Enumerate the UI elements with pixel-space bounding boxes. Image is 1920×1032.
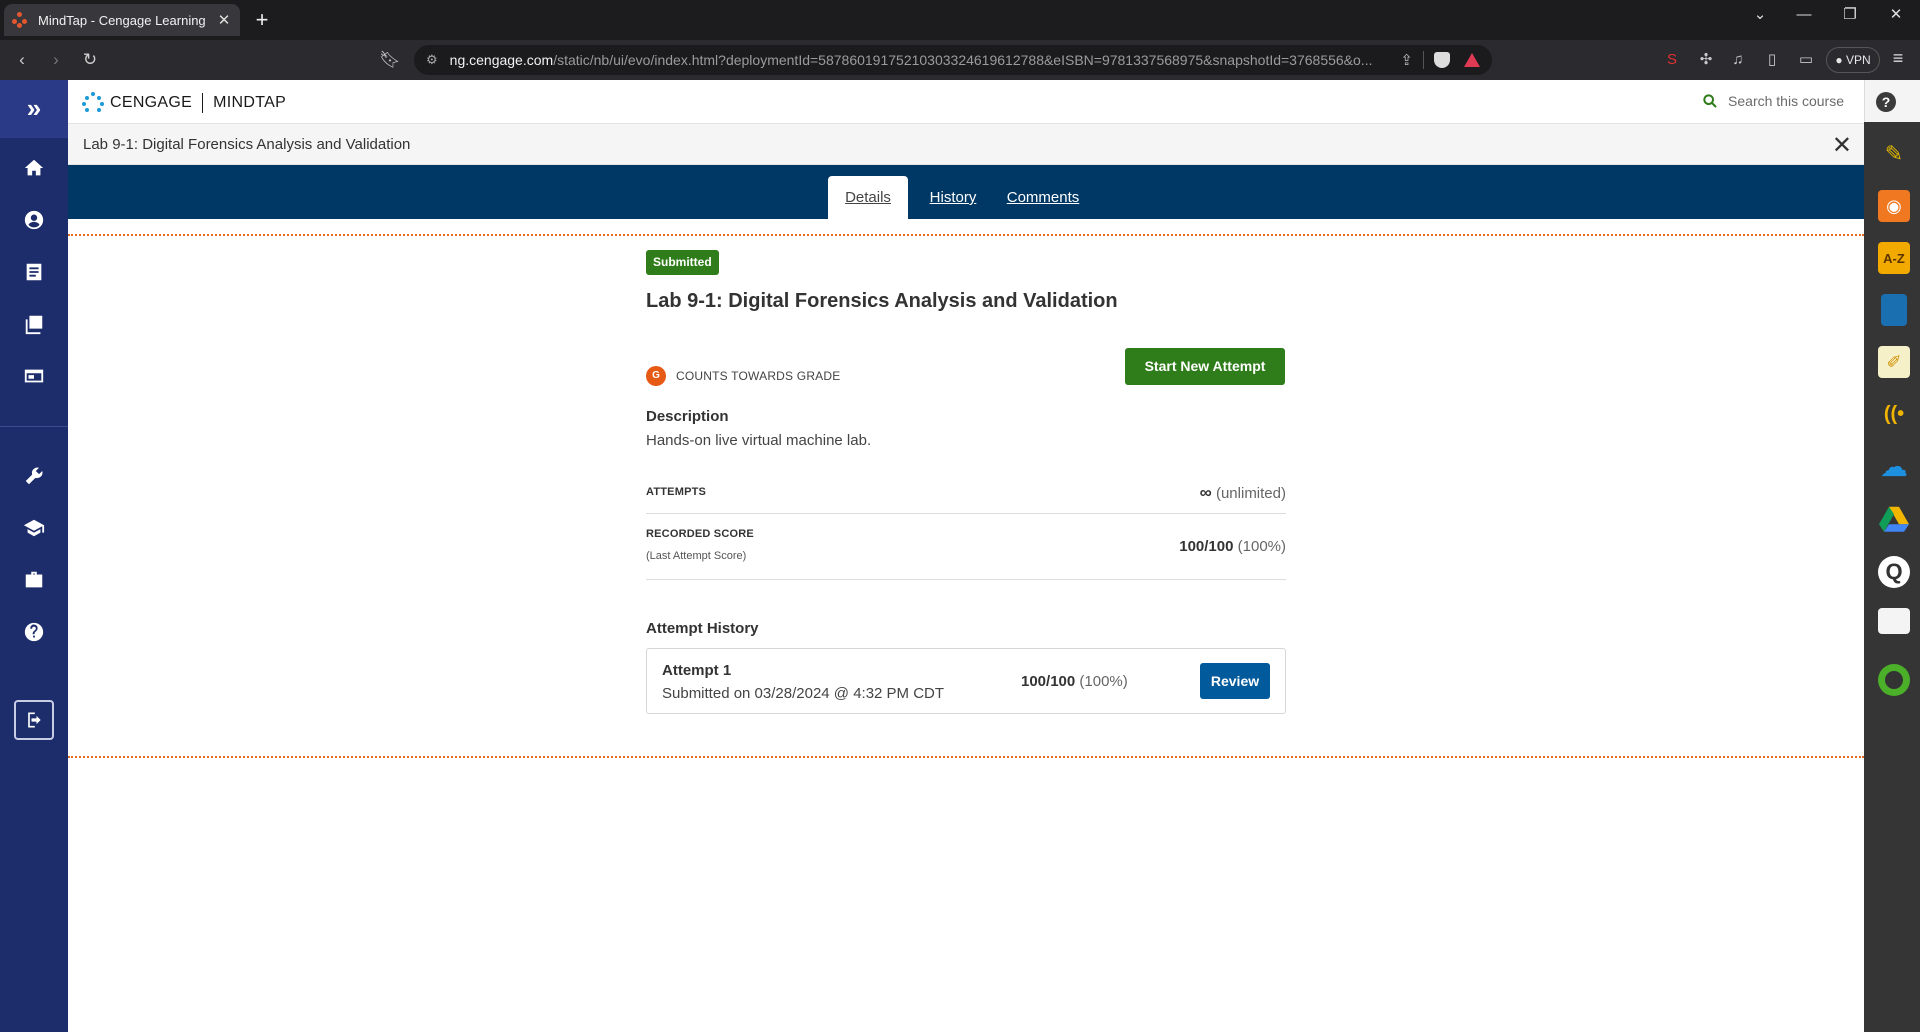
notepad-app-icon[interactable]: ✐	[1878, 346, 1910, 378]
google-drive-app-icon[interactable]	[1878, 502, 1910, 534]
restore-button[interactable]: ❐	[1830, 0, 1870, 30]
bookmark-icon[interactable]: 🔖︎	[378, 48, 402, 72]
home-icon[interactable]	[18, 152, 50, 184]
close-activity-icon[interactable]: ✕	[1832, 131, 1852, 160]
browser-menu-icon[interactable]: ≡	[1886, 48, 1910, 69]
left-nav-rail: »	[0, 80, 68, 1032]
score-value: 100/100 (100%)	[1179, 538, 1286, 555]
attempt-title: Attempt 1	[662, 662, 732, 679]
browser-tab[interactable]: MindTap - Cengage Learning ✕	[4, 4, 240, 36]
extension-icon[interactable]: S	[1662, 50, 1682, 70]
expand-nav-button[interactable]: »	[0, 80, 68, 138]
cengage-mindtap-logo[interactable]: CENGAGE MINDTAP	[82, 92, 286, 114]
graduation-cap-icon[interactable]	[18, 512, 50, 544]
forward-icon[interactable]: ›	[44, 48, 68, 72]
attempts-value: ∞ (unlimited)	[1199, 483, 1286, 502]
activity-tabs: Details History Comments	[68, 165, 1864, 219]
status-badge: Submitted	[646, 250, 719, 275]
url-divider	[1423, 51, 1424, 69]
tab-history[interactable]: History	[918, 176, 988, 219]
app-header: CENGAGE MINDTAP Search this course	[68, 80, 1864, 124]
cengage-logo-icon	[82, 92, 104, 114]
profile-avatar	[1885, 671, 1903, 689]
tab-details[interactable]: Details	[828, 176, 908, 219]
onedrive-app-icon[interactable]: ☁	[1878, 450, 1910, 482]
help-circle-icon[interactable]: ?	[1876, 92, 1896, 112]
tab-title: MindTap - Cengage Learning	[38, 12, 206, 28]
brave-rewards-icon[interactable]	[1464, 53, 1480, 67]
logo-divider	[202, 93, 204, 113]
notes-icon[interactable]	[18, 256, 50, 288]
attempts-label: ATTEMPTS	[646, 486, 707, 498]
dictionary-app-icon[interactable]: A-Z	[1878, 242, 1910, 274]
logout-button[interactable]	[14, 700, 54, 740]
start-new-attempt-button[interactable]: Start New Attempt	[1125, 348, 1285, 385]
rss-app-icon[interactable]: ◉	[1878, 190, 1910, 222]
card-icon[interactable]	[18, 360, 50, 392]
media-icon[interactable]: ♫	[1728, 50, 1748, 70]
browser-toolbar: ‹ › ↻ 🔖︎ ⚙ ng.cengage.com/static/nb/ui/e…	[0, 40, 1920, 80]
sidebar-toggle-icon[interactable]: ▯	[1762, 50, 1782, 70]
description-text: Hands-on live virtual machine lab.	[646, 432, 872, 449]
mindtap-favicon-icon	[12, 12, 28, 28]
brave-shields-icon[interactable]	[1434, 52, 1450, 68]
wallet-icon[interactable]: ▭	[1796, 50, 1816, 70]
product-name: MINDTAP	[213, 94, 287, 111]
page-title: Lab 9-1: Digital Forensics Analysis and …	[646, 290, 1118, 312]
attempts-row: ATTEMPTS ∞ (unlimited)	[646, 470, 1286, 514]
flashcards-app-icon[interactable]	[1878, 608, 1910, 634]
back-icon[interactable]: ‹	[10, 48, 34, 72]
book-app-icon[interactable]	[1881, 294, 1907, 326]
library-icon[interactable]	[18, 308, 50, 340]
grade-label: COUNTS TOWARDS GRADE	[676, 369, 841, 383]
new-tab-button[interactable]: +	[250, 7, 274, 33]
tab-list-chevron-icon[interactable]: ⌄	[1740, 0, 1780, 30]
account-icon[interactable]	[18, 204, 50, 236]
share-icon[interactable]: ⇪	[1400, 51, 1413, 69]
briefcase-icon[interactable]	[18, 564, 50, 596]
site-settings-icon[interactable]: ⚙	[426, 52, 438, 68]
logout-icon	[28, 712, 41, 728]
score-sublabel: (Last Attempt Score)	[646, 550, 747, 562]
minimize-button[interactable]: —	[1784, 0, 1824, 30]
attempt-submitted-date: Submitted on 03/28/2024 @ 4:32 PM CDT	[662, 685, 945, 702]
activity-titlebar: Lab 9-1: Digital Forensics Analysis and …	[68, 124, 1864, 165]
address-bar[interactable]: ⚙ ng.cengage.com/static/nb/ui/evo/index.…	[414, 45, 1492, 75]
score-label: RECORDED SCORE	[646, 528, 754, 540]
nav-divider	[0, 426, 68, 427]
readspeaker-app-icon[interactable]: ((•	[1878, 398, 1910, 430]
infinity-icon: ∞	[1199, 483, 1212, 502]
content-top-divider	[68, 234, 1864, 236]
grade-icon: G	[646, 366, 666, 386]
review-button[interactable]: Review	[1200, 663, 1270, 699]
extensions-puzzle-icon[interactable]: ✣	[1696, 50, 1716, 70]
tab-close-icon[interactable]: ✕	[216, 11, 232, 29]
browser-titlebar: MindTap - Cengage Learning ✕ + ⌄ — ❐ ✕	[0, 0, 1920, 40]
help-icon[interactable]	[18, 616, 50, 648]
description-label: Description	[646, 408, 729, 425]
vpn-button[interactable]: ● VPN	[1826, 47, 1880, 73]
reload-icon[interactable]: ↻	[78, 48, 102, 72]
close-window-button[interactable]: ✕	[1876, 0, 1916, 30]
attempt-score: 100/100 (100%)	[1021, 673, 1128, 690]
recorded-score-row: RECORDED SCORE (Last Attempt Score) 100/…	[646, 514, 1286, 580]
search-icon	[1703, 94, 1717, 108]
url-text: ng.cengage.com/static/nb/ui/evo/index.ht…	[449, 52, 1373, 68]
search-app-icon[interactable]: Q	[1878, 556, 1910, 588]
activity-title: Lab 9-1: Digital Forensics Analysis and …	[83, 136, 411, 153]
profile-app-icon[interactable]	[1878, 664, 1910, 696]
attempt-history-label: Attempt History	[646, 620, 759, 637]
course-search[interactable]: Search this course	[1702, 93, 1844, 109]
search-placeholder: Search this course	[1728, 93, 1844, 109]
pencil-app-icon[interactable]: ✎	[1878, 138, 1910, 170]
tab-comments[interactable]: Comments	[998, 176, 1088, 219]
attempt-card: Attempt 1 Submitted on 03/28/2024 @ 4:32…	[646, 648, 1286, 714]
brand-name: CENGAGE	[110, 94, 193, 111]
wrench-icon[interactable]	[18, 460, 50, 492]
content-bottom-divider	[68, 756, 1864, 758]
